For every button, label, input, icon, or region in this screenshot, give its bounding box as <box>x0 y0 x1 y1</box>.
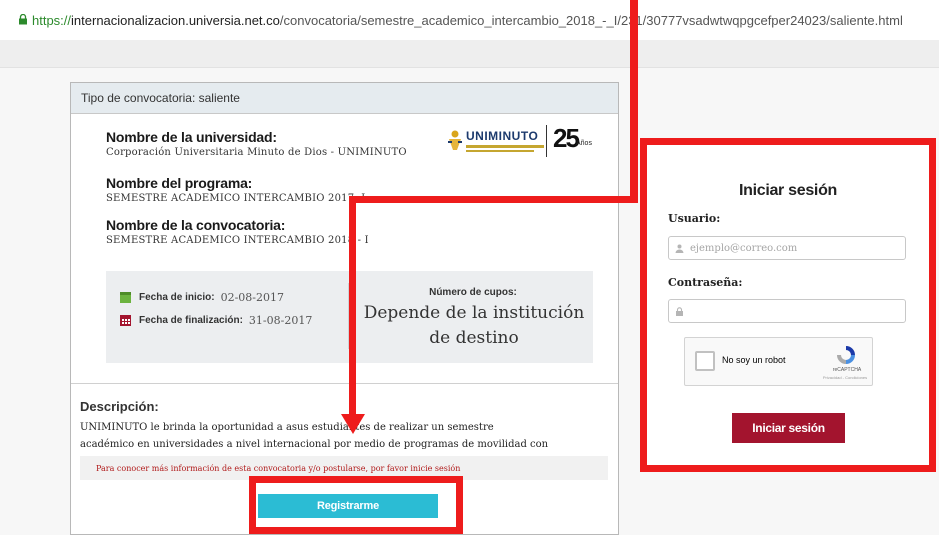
call-info: Nombre de la convocatoria: SEMESTRE ACAD… <box>106 217 369 246</box>
program-value: SEMESTRE ACADEMICO INTERCAMBIO 2017- I <box>106 193 366 204</box>
start-date-row: Fecha de inicio: 02-08-2017 <box>120 291 284 304</box>
uniminuto-logo: UNIMINUTO 25 Años <box>446 123 596 159</box>
cupos-label: Número de cupos: <box>429 287 517 298</box>
university-value: Corporación Universitaria Minuto de Dios… <box>106 147 407 158</box>
annotation-login-frame <box>640 138 936 472</box>
browser-address-bar[interactable]: https://internacionalizacion.universia.n… <box>0 0 939 40</box>
logo-separator <box>546 125 547 157</box>
logo-tagline-bar <box>466 145 544 148</box>
convocatoria-card: Tipo de convocatoria: saliente Nombre de… <box>70 82 619 535</box>
cupos-value: Depende de la institución de destino <box>363 303 585 348</box>
annotation-arrow-vertical <box>349 196 356 418</box>
call-value: SEMESTRE ACADEMICO INTERCAMBIO 2018 - I <box>106 235 369 246</box>
logo-tagline-bar-2 <box>466 150 534 152</box>
start-date-label: Fecha de inicio: <box>139 292 215 303</box>
section-divider <box>71 383 618 384</box>
calendar-red-icon <box>120 315 131 326</box>
logo-years-sub: Años <box>576 140 592 147</box>
annotation-arrow-top <box>630 0 638 202</box>
annotation-arrow-head <box>341 414 365 434</box>
end-date-label: Fecha de finalización: <box>139 315 243 326</box>
start-date-value: 02-08-2017 <box>220 291 284 304</box>
url-text: https://internacionalizacion.universia.n… <box>32 12 903 28</box>
end-date-value: 31-08-2017 <box>248 314 313 327</box>
program-label: Nombre del programa: <box>106 175 253 191</box>
browser-toolbar-strip <box>0 40 939 68</box>
program-info: Nombre del programa: SEMESTRE ACADEMICO … <box>106 175 365 204</box>
university-info: Nombre de la universidad: Corporación Un… <box>106 129 407 158</box>
card-header: Tipo de convocatoria: saliente <box>71 83 618 114</box>
annotation-register-frame <box>249 476 463 534</box>
lock-icon <box>19 13 27 24</box>
end-date-row: Fecha de finalización: 31-08-2017 <box>120 314 312 327</box>
calendar-green-icon <box>120 292 131 303</box>
logo-brand: UNIMINUTO <box>466 129 539 143</box>
logo-years: 25 <box>553 123 580 153</box>
annotation-arrow-horizontal <box>352 196 638 203</box>
description-label: Descripción: <box>80 399 159 414</box>
call-label: Nombre de la convocatoria: <box>106 217 286 233</box>
logo-mark-icon <box>448 130 462 150</box>
university-label: Nombre de la universidad: <box>106 129 277 145</box>
